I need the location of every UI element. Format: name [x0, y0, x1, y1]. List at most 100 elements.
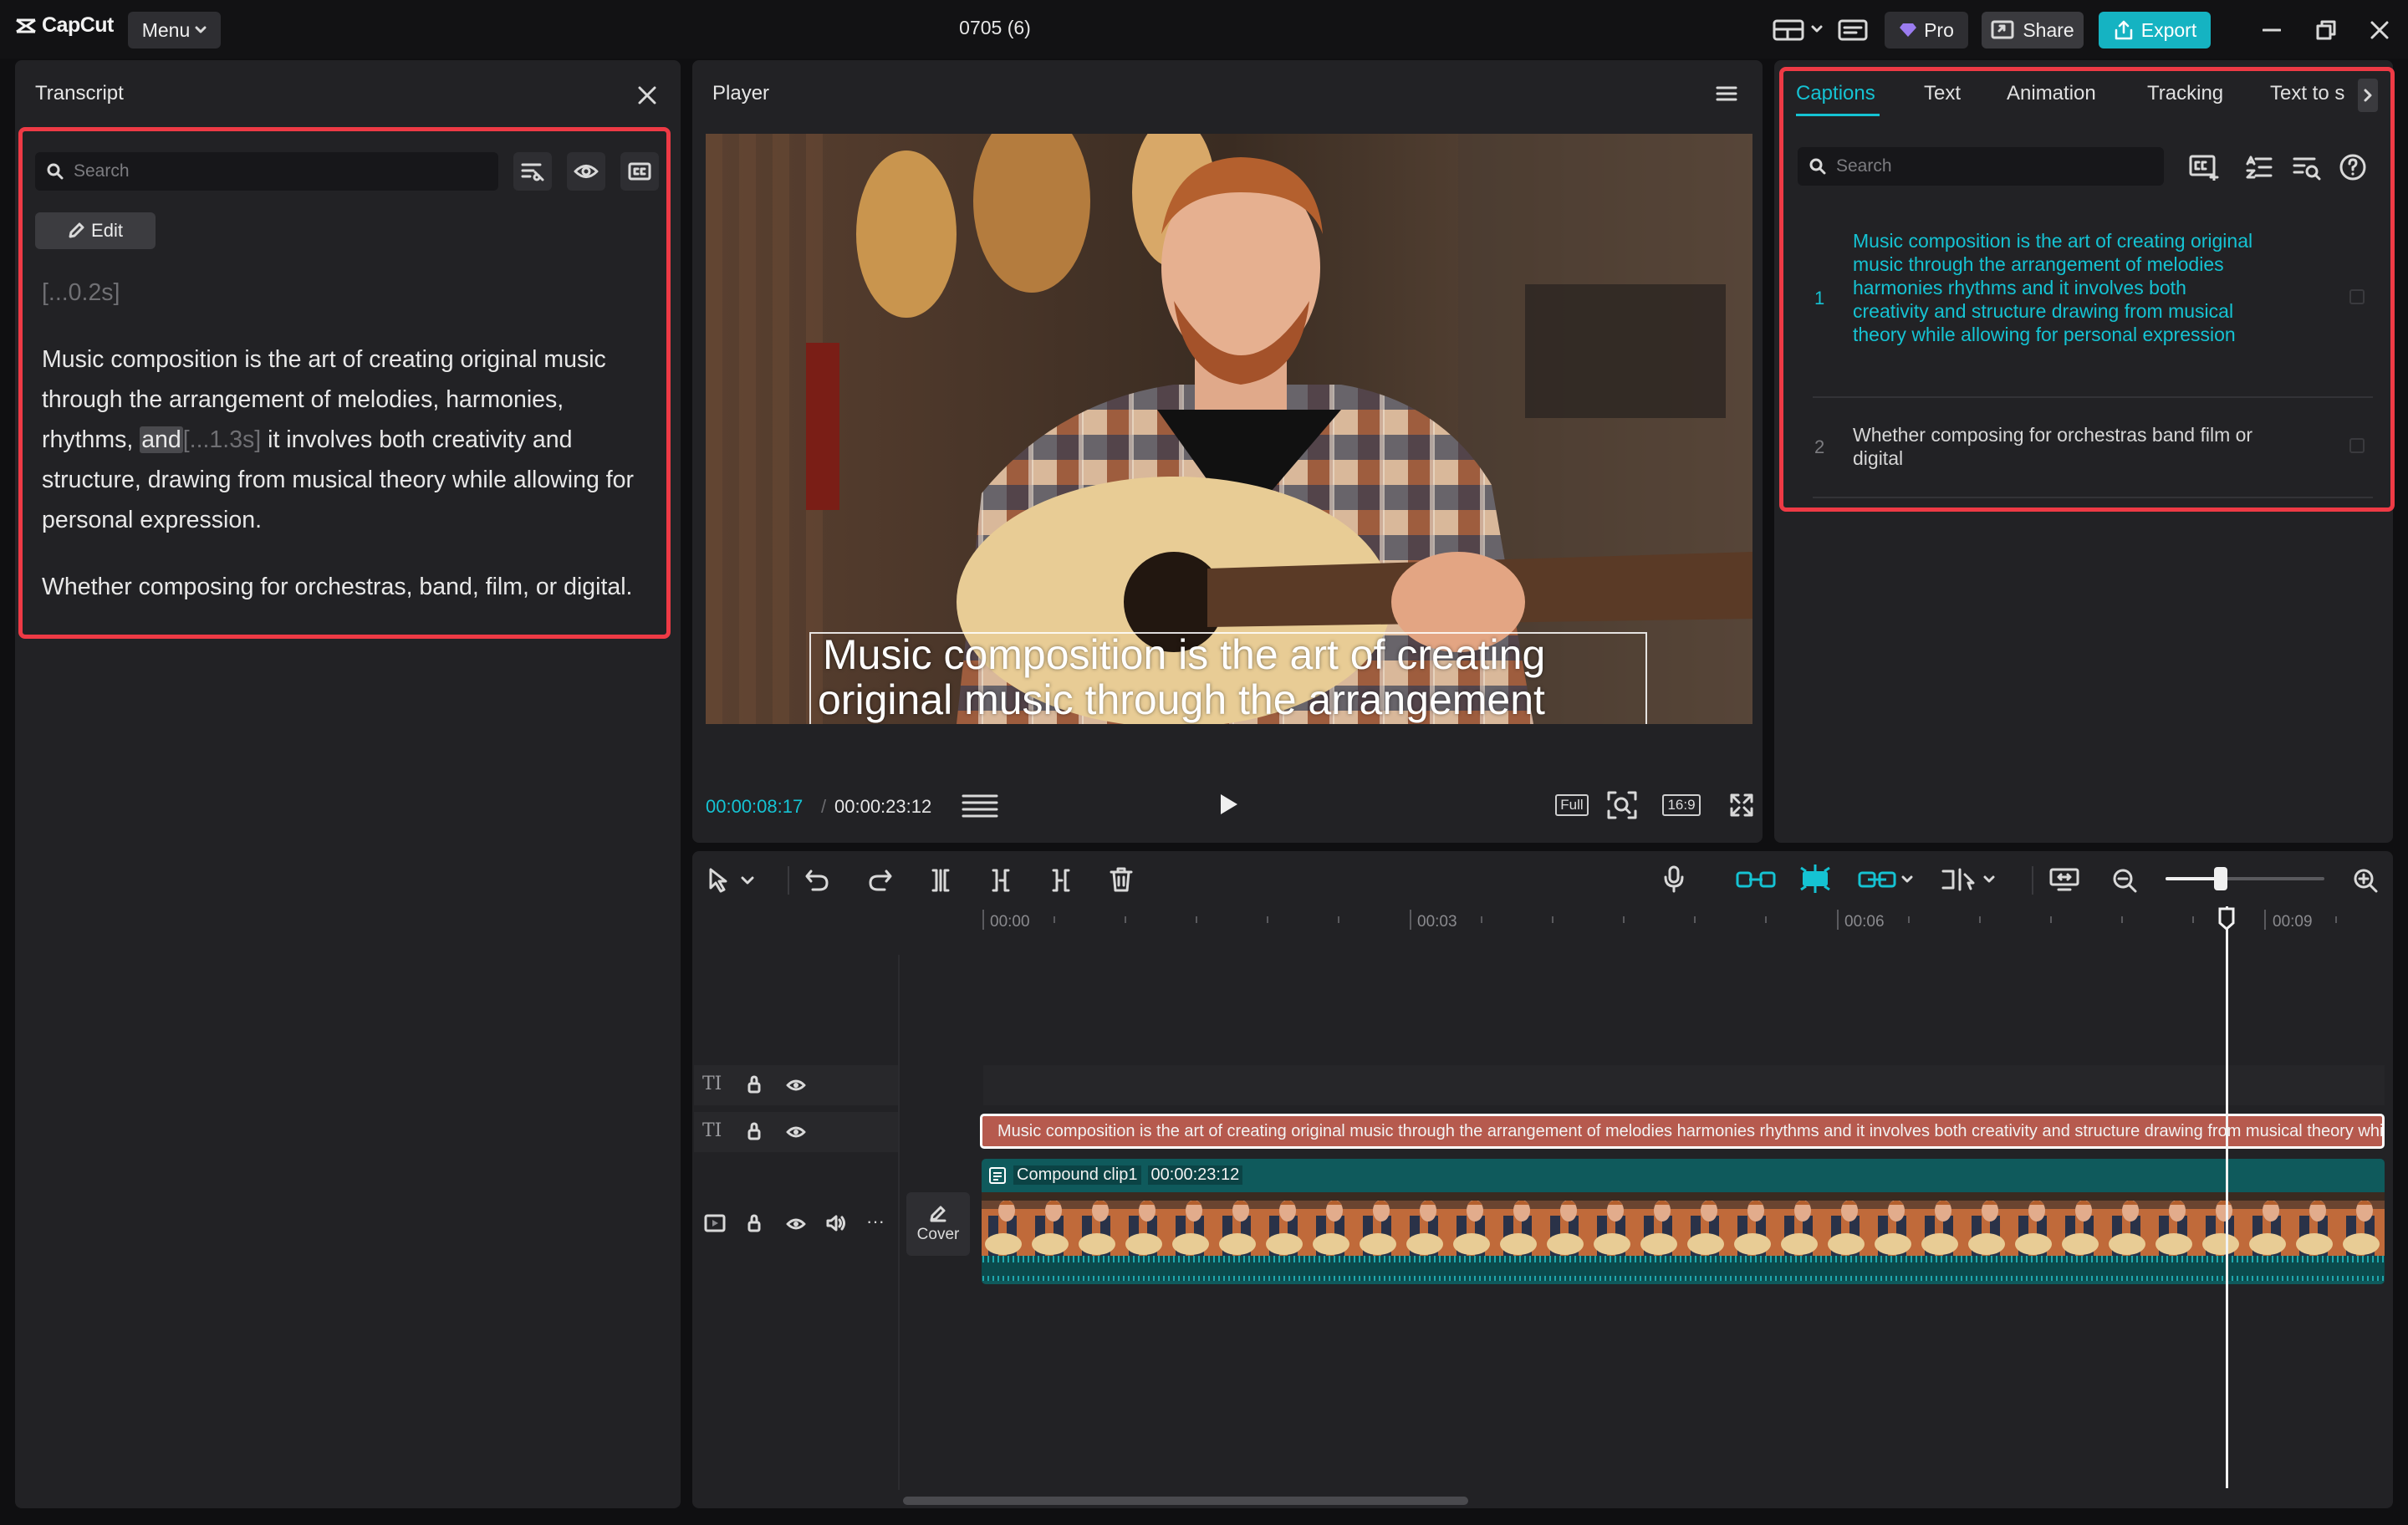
find-replace-icon[interactable] [2293, 154, 2321, 181]
video-track-icon [704, 1214, 726, 1232]
aspect-ratio-button[interactable]: 16:9 [1662, 794, 1701, 816]
pro-label: Pro [1924, 18, 1954, 41]
lock-icon[interactable] [746, 1075, 763, 1094]
transcript-search-input[interactable]: Search [35, 152, 498, 191]
cover-button[interactable]: Cover [906, 1192, 970, 1256]
playhead-handle[interactable] [2217, 906, 2236, 931]
split-icon[interactable] [928, 868, 953, 893]
compound-clip-duration: 00:00:23:12 [1147, 1165, 1243, 1185]
caption-checkbox[interactable] [2349, 289, 2365, 304]
add-caption-icon[interactable] [2189, 154, 2219, 181]
pro-button[interactable]: Pro [1885, 12, 1968, 48]
current-timecode: 00:00:08:17 [706, 796, 804, 817]
caption-checkbox[interactable] [2349, 438, 2365, 453]
timecode-separator: / [821, 796, 827, 817]
eye-icon[interactable] [786, 1217, 806, 1231]
microphone-icon[interactable] [1662, 865, 1686, 893]
caption-overlay-line-1: Music composition is the art of creating [823, 631, 1546, 678]
capcut-logo-icon [16, 18, 36, 33]
clear-scissors-icon [521, 163, 544, 181]
tab-captions[interactable]: Captions [1796, 82, 1875, 105]
minimize-icon[interactable] [2263, 28, 2281, 32]
undo-icon[interactable] [804, 868, 829, 893]
tabs-scroll-right-button[interactable] [2358, 79, 2378, 112]
close-transcript-icon[interactable] [637, 85, 657, 105]
delete-right-icon[interactable] [1048, 868, 1074, 893]
transcript-edit-button[interactable]: Edit [35, 212, 156, 249]
playhead[interactable] [2226, 906, 2228, 1488]
edit-label: Edit [91, 220, 123, 241]
help-icon[interactable] [2339, 154, 2366, 181]
frame-grid-icon[interactable] [962, 793, 998, 819]
transcript-highlighted-word[interactable]: and [140, 426, 183, 453]
compound-clip-name: Compound clip1 [1013, 1165, 1141, 1185]
play-icon[interactable] [1217, 793, 1239, 816]
redo-icon[interactable] [868, 868, 893, 893]
toolbar-divider [2032, 866, 2033, 895]
eye-icon[interactable] [786, 1125, 806, 1139]
eye-icon[interactable] [786, 1079, 806, 1092]
transcript-paragraph-2[interactable]: Whether composing for orchestras, band, … [42, 567, 677, 607]
zoom-preview-icon[interactable] [1607, 791, 1637, 819]
timeline-scrollbar[interactable] [903, 1497, 1468, 1505]
more-options-icon[interactable]: ··· [866, 1211, 885, 1232]
layout-toggle-icon[interactable] [1773, 18, 1826, 42]
player-menu-icon[interactable] [1716, 85, 1737, 102]
caption-item[interactable]: 1 Music composition is the art of creati… [1798, 222, 2375, 385]
linkage-toggle-icon[interactable] [1856, 866, 1915, 893]
tab-text[interactable]: Text [1924, 82, 1961, 105]
sort-captions-icon[interactable] [2244, 154, 2273, 181]
close-window-icon[interactable] [2370, 20, 2390, 40]
pencil-icon [69, 222, 84, 238]
transcript-paragraph-1[interactable]: Music composition is the art of creating… [42, 339, 661, 540]
tab-text-to-speech[interactable]: Text to s [2270, 82, 2347, 105]
text-track-lane-1 [983, 1065, 2385, 1105]
trash-icon[interactable] [1109, 866, 1134, 893]
preview-axis-icon[interactable] [1940, 866, 2000, 893]
magnet-link-toggle[interactable] [1734, 866, 1778, 893]
caption-item[interactable]: 2 Whether composing for orchestras band … [1798, 406, 2375, 490]
tab-animation[interactable]: Animation [2007, 82, 2096, 105]
zoom-out-icon[interactable] [2112, 868, 2137, 893]
visibility-button[interactable] [567, 152, 605, 191]
chevron-down-icon [195, 26, 207, 33]
caption-divider [1813, 396, 2373, 398]
timeline-ruler[interactable] [982, 906, 2386, 931]
captions-search-input[interactable]: Search [1798, 147, 2164, 186]
video-preview[interactable]: Music composition is the art of creating… [706, 134, 1752, 724]
full-quality-button[interactable]: Full [1555, 794, 1589, 816]
tab-tracking[interactable]: Tracking [2147, 82, 2223, 105]
fit-timeline-icon[interactable] [2048, 866, 2080, 893]
speaker-icon[interactable] [826, 1214, 846, 1232]
caption-text[interactable]: Whether composing for orchestras band fi… [1853, 423, 2258, 470]
caption-overlay-line-2: original music through the arrangement [818, 676, 1545, 723]
zoom-in-icon[interactable] [2353, 868, 2378, 893]
pencil-icon [930, 1206, 946, 1222]
captions-view-button[interactable] [620, 152, 659, 191]
delete-left-icon[interactable] [988, 868, 1013, 893]
transcript-search-placeholder: Search [74, 161, 130, 181]
snap-toggle-icon[interactable] [1796, 863, 1834, 895]
fullscreen-icon[interactable] [1729, 793, 1754, 818]
share-label: Share [2023, 18, 2074, 41]
export-label: Export [2140, 18, 2197, 41]
active-tab-indicator [1796, 114, 1880, 116]
zoom-slider-fill [2166, 877, 2221, 880]
select-tool-icon[interactable] [706, 866, 759, 893]
restore-icon[interactable] [2316, 20, 2336, 40]
link-clips-icon [1736, 871, 1776, 888]
caption-text[interactable]: Music composition is the art of creating… [1853, 229, 2258, 346]
export-icon [2115, 20, 2132, 40]
compound-clip[interactable]: Compound clip1 00:00:23:12 [982, 1159, 2385, 1284]
zoom-slider[interactable] [2166, 867, 2324, 890]
lock-icon[interactable] [746, 1122, 763, 1140]
caption-clip[interactable]: Music composition is the art of creating… [980, 1114, 2385, 1149]
menu-button[interactable]: Menu [128, 12, 221, 48]
share-button[interactable]: Share [1982, 12, 2084, 48]
zoom-slider-handle[interactable] [2214, 867, 2227, 890]
remove-filler-button[interactable] [513, 152, 552, 191]
export-button[interactable]: Export [2099, 12, 2211, 48]
toolbar-divider [788, 866, 789, 895]
subtitle-toggle-icon[interactable] [1838, 18, 1868, 42]
lock-icon[interactable] [746, 1214, 763, 1232]
